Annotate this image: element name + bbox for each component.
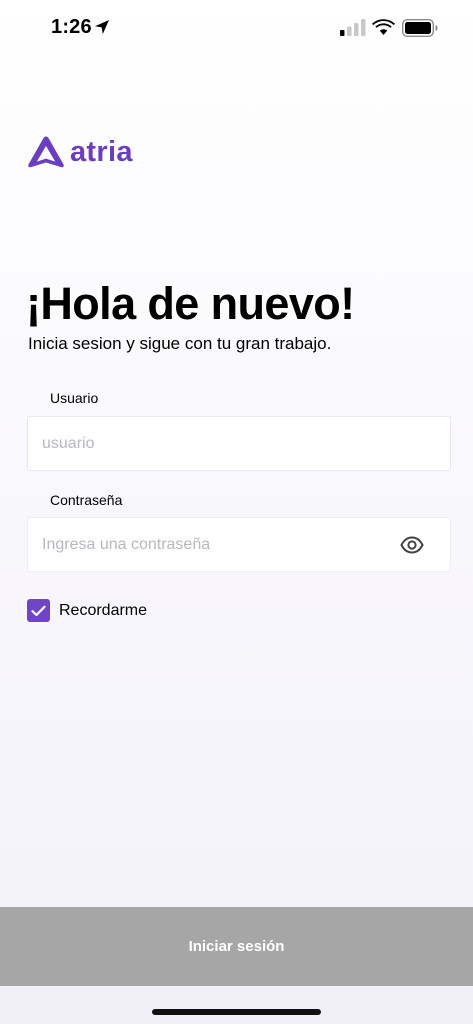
status-time: 1:26 bbox=[51, 16, 92, 38]
username-input[interactable] bbox=[42, 417, 402, 470]
page-subtitle: Inicia sesion y sigue con tu gran trabaj… bbox=[28, 334, 332, 353]
login-button[interactable]: Iniciar sesión bbox=[0, 907, 473, 986]
brand-name: atria bbox=[70, 135, 133, 168]
username-label: Usuario bbox=[50, 390, 99, 406]
brand-logo: atria bbox=[27, 134, 133, 170]
bottom-safe-area bbox=[0, 986, 473, 1024]
username-field[interactable] bbox=[27, 416, 451, 471]
checkbox-checked[interactable] bbox=[27, 599, 50, 622]
atria-logo-icon bbox=[28, 136, 64, 168]
password-label: Contraseña bbox=[50, 492, 123, 508]
password-input[interactable] bbox=[42, 518, 402, 571]
wifi-icon bbox=[372, 19, 395, 35]
cellular-signal-icon bbox=[340, 19, 366, 36]
remember-me-label: Recordarme bbox=[59, 601, 148, 619]
battery-icon bbox=[402, 19, 438, 37]
status-bar: 1:26 bbox=[0, 0, 473, 56]
password-field[interactable] bbox=[27, 517, 451, 572]
location-arrow-icon bbox=[95, 20, 109, 34]
home-indicator[interactable] bbox=[152, 1009, 321, 1015]
eye-icon[interactable] bbox=[400, 535, 424, 555]
checkmark-icon bbox=[31, 605, 46, 616]
remember-me-checkbox[interactable]: Recordarme bbox=[27, 599, 147, 622]
page-title: ¡Hola de nuevo! bbox=[26, 278, 355, 329]
